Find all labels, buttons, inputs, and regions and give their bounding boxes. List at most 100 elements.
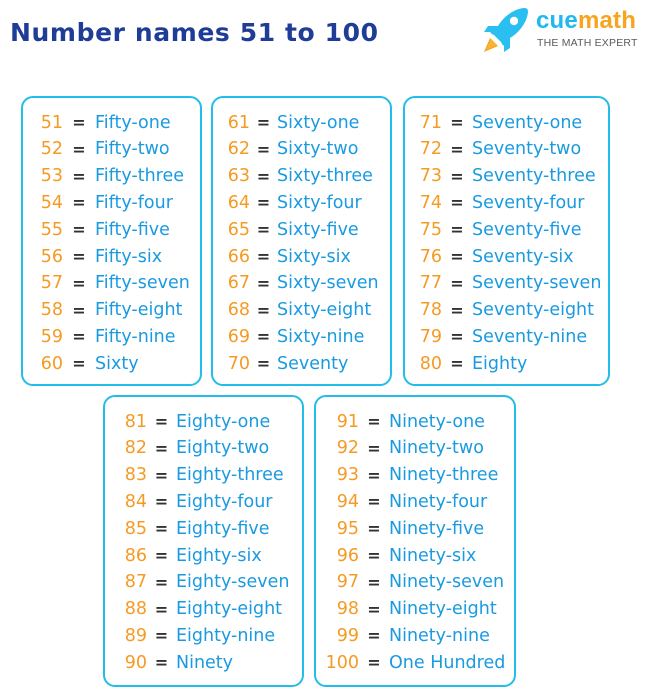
number-value: 63 (227, 166, 250, 187)
number-value: 68 (227, 300, 250, 321)
equals-sign: = (367, 412, 381, 431)
number-value: 61 (227, 112, 250, 133)
number-name-row: 90 = Ninety (105, 649, 233, 676)
number-name-row: 57 = Fifty-seven (23, 270, 190, 297)
number-word: Eighty-two (176, 438, 270, 459)
equals-sign: = (256, 220, 271, 240)
number-value: 78 (419, 300, 442, 321)
equals-sign: = (450, 166, 464, 186)
number-value: 66 (227, 246, 250, 267)
number-name-row: 86 = Eighty-six (105, 542, 262, 569)
number-name-row: 76 = Seventy-six (405, 243, 574, 270)
number-word: Fifty-two (95, 139, 170, 160)
equals-sign: = (450, 193, 464, 213)
number-value: 72 (419, 139, 442, 160)
number-value: 60 (40, 353, 63, 374)
number-name-row: 78 = Seventy-eight (405, 297, 594, 324)
number-word: Ninety-three (389, 465, 499, 486)
number-value: 65 (227, 219, 250, 240)
number-name-row: 99 = Ninety-nine (316, 622, 490, 649)
number-word: Fifty-seven (95, 273, 190, 294)
equals-sign: = (154, 438, 169, 458)
number-word: Fifty-eight (95, 300, 183, 321)
number-word: Ninety-seven (389, 572, 505, 593)
brand-name: cuemath (536, 9, 636, 33)
number-name-row: 80 = Eighty (405, 350, 528, 377)
equals-sign: = (450, 300, 464, 320)
number-word: Seventy-five (472, 219, 582, 240)
number-name-row: 92 = Ninety-two (316, 435, 484, 462)
number-value: 69 (227, 326, 250, 347)
equals-sign: = (154, 546, 169, 565)
number-value: 80 (419, 353, 442, 374)
number-name-row: 96 = Ninety-six (316, 542, 477, 569)
number-name-row: 75 = Seventy-five (405, 216, 582, 243)
number-name-row: 77 = Seventy-seven (405, 270, 602, 297)
number-word: Seventy-eight (472, 300, 595, 321)
number-name-row: 68 = Sixty-eight (213, 297, 372, 324)
equals-sign: = (450, 354, 464, 374)
equals-sign: = (154, 412, 169, 431)
number-word: Eighty (472, 353, 528, 374)
equals-sign: = (367, 599, 381, 619)
number-word: Seventy (277, 353, 349, 374)
equals-sign: = (450, 327, 464, 347)
number-word: Fifty-five (95, 219, 170, 240)
equals-sign: = (450, 113, 464, 132)
number-word: Ninety-two (389, 438, 484, 459)
equals-sign: = (72, 166, 86, 186)
equals-sign: = (256, 273, 271, 293)
equals-sign: = (450, 139, 464, 159)
equals-sign: = (256, 354, 271, 374)
number-word: Sixty-two (277, 139, 359, 160)
number-word: Eighty-four (176, 491, 273, 512)
number-name-row: 67 = Sixty-seven (213, 270, 379, 297)
number-word: Sixty-three (277, 166, 373, 187)
number-name-row: 83 = Eighty-three (105, 462, 284, 489)
number-name-row: 74 = Seventy-four (405, 189, 585, 216)
number-name-row: 71 = Seventy-one (405, 109, 583, 136)
number-word: Eighty-five (176, 518, 270, 539)
equals-sign: = (450, 247, 464, 266)
equals-sign: = (154, 492, 169, 512)
number-group-box: 51 = Fifty-one 52 = Fifty-two 53 = Fifty-three 54… (21, 96, 202, 386)
number-name-row: 52 = Fifty-two (23, 136, 170, 163)
equals-sign: = (256, 193, 271, 213)
number-name-row: 72 = Seventy-two (405, 136, 581, 163)
number-value: 77 (419, 273, 442, 294)
number-value: 98 (336, 599, 359, 620)
equals-sign: = (367, 438, 381, 458)
number-word: Eighty-one (176, 411, 271, 432)
number-name-row: 64 = Sixty-four (213, 189, 362, 216)
number-value: 86 (124, 545, 147, 566)
cuemath-logo[interactable]: cuemath THE MATH EXPERT (480, 4, 645, 58)
number-name-row: 56 = Fifty-six (23, 243, 162, 270)
number-value: 100 (325, 652, 359, 673)
number-group-box: 91 = Ninety-one 92 = Ninety-two 93 = Ninety-thre… (314, 395, 516, 687)
number-value: 82 (124, 438, 147, 459)
number-name-row: 63 = Sixty-three (213, 163, 373, 190)
number-name-row: 66 = Sixty-six (213, 243, 351, 270)
number-name-row: 51 = Fifty-one (23, 109, 171, 136)
equals-sign: = (367, 546, 381, 565)
number-value: 71 (419, 112, 442, 133)
equals-sign: = (450, 220, 464, 240)
number-value: 95 (336, 518, 359, 539)
number-value: 56 (40, 246, 63, 267)
number-word: Ninety-five (389, 518, 485, 539)
number-name-row: 100 = One Hundred (316, 649, 506, 676)
number-word: Eighty-seven (176, 572, 290, 593)
number-value: 73 (419, 166, 442, 187)
number-word: Sixty-seven (277, 273, 379, 294)
number-word: Seventy-seven (472, 273, 602, 294)
number-word: Sixty-four (277, 192, 362, 213)
number-value: 79 (419, 326, 442, 347)
number-word: Sixty-six (277, 246, 351, 267)
number-value: 83 (124, 465, 147, 486)
equals-sign: = (256, 139, 271, 159)
number-word: Fifty-one (95, 112, 171, 133)
number-value: 75 (419, 219, 442, 240)
number-word: Seventy-four (472, 192, 585, 213)
number-name-row: 79 = Seventy-nine (405, 323, 587, 350)
number-word: Ninety-one (389, 411, 485, 432)
